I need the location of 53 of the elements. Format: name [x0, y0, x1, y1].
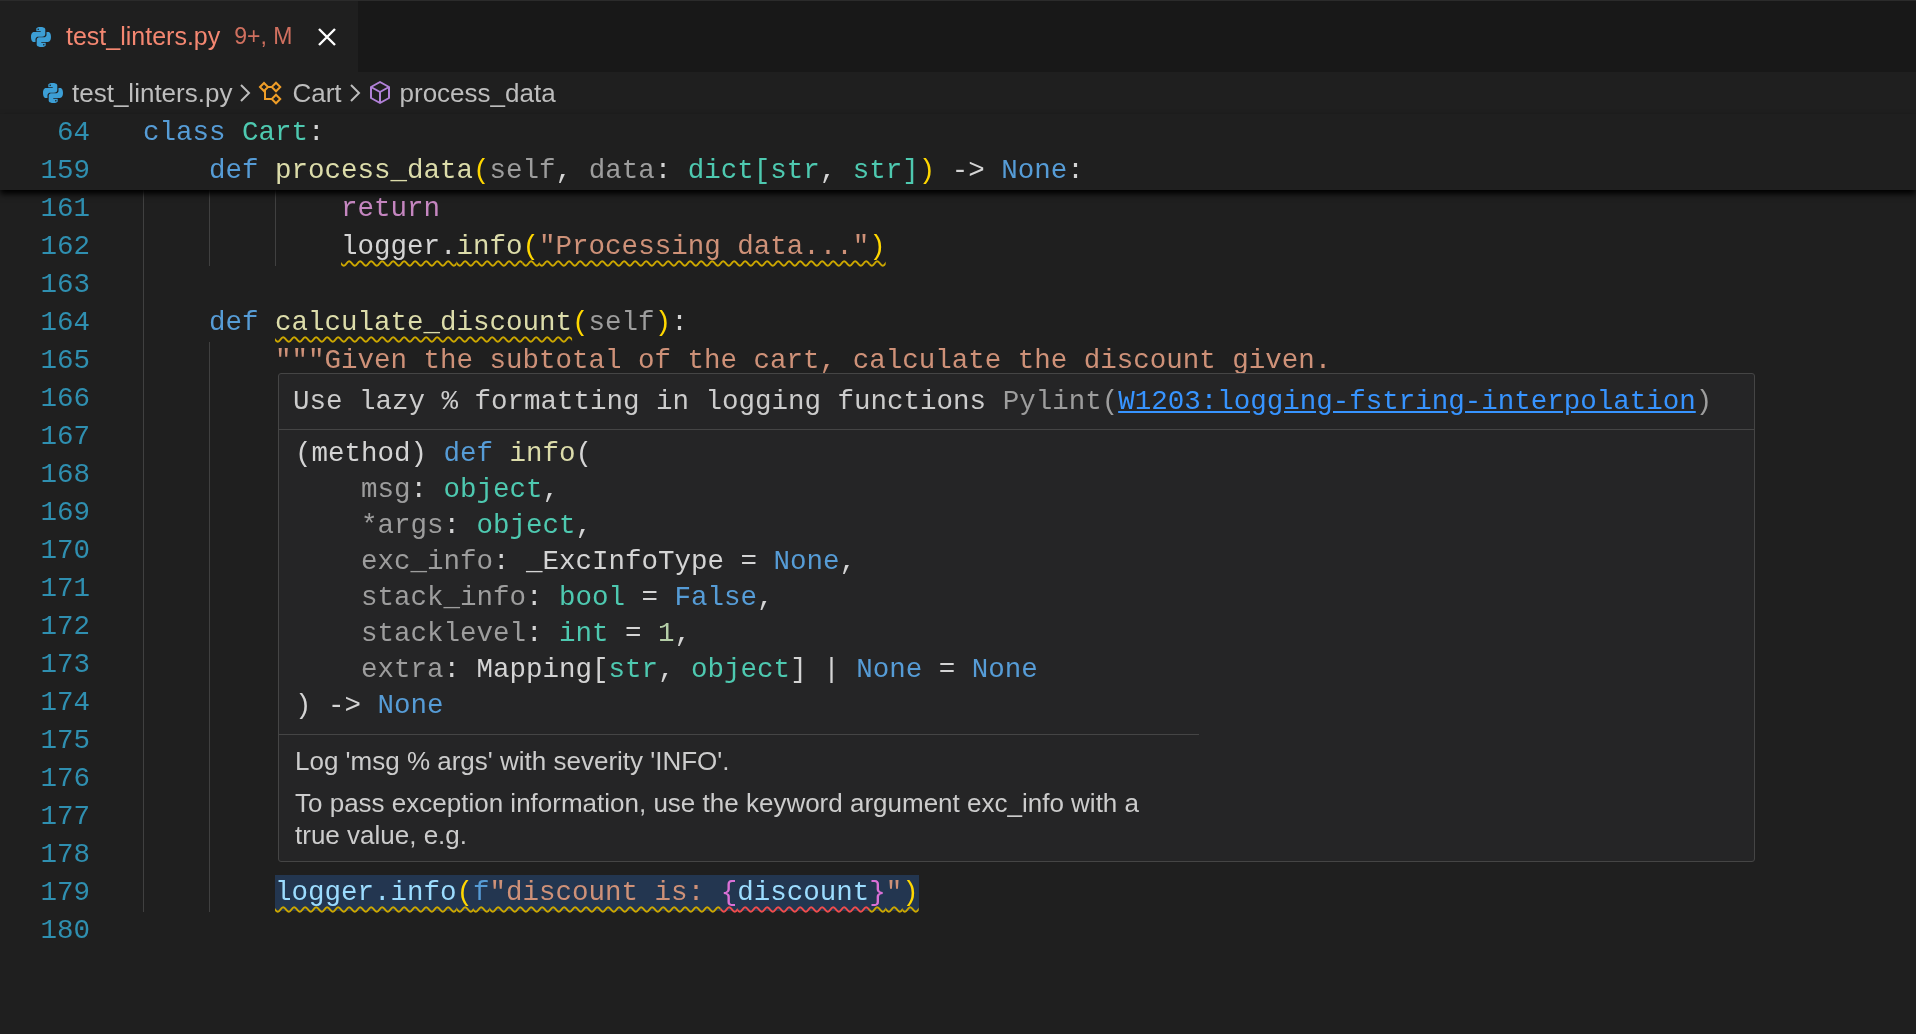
closing-parenthesis: ) [1695, 384, 1713, 419]
line-number: 164 [39, 306, 90, 341]
code-line: logger.info("Processing data...") [341, 230, 886, 264]
line-number: 166 [39, 382, 90, 417]
signature-line: exc_info: _ExcInfoType = None, [360, 545, 858, 579]
close-icon [317, 26, 338, 47]
line-number: 162 [39, 230, 90, 265]
line-number: 168 [39, 458, 90, 493]
doc-paragraph: To pass exception information, use the keyword argument exc_info with a true value, e.g. [295, 787, 1140, 851]
python-icon [42, 82, 64, 104]
code-line: """Given the subtotal of the cart, calculate the discount given. [275, 344, 1332, 378]
line-number: 179 [39, 876, 90, 911]
editor-tab[interactable]: test_linters.py 9+, M [0, 1, 359, 72]
line-number: 170 [39, 534, 90, 569]
rule-link[interactable]: W1203:logging-fstring-interpolation [1118, 380, 1696, 423]
line-number: 167 [39, 420, 90, 455]
line-number: 178 [39, 838, 90, 873]
line-number: 64 [56, 116, 90, 151]
breadcrumb-item[interactable]: Cart [258, 73, 342, 113]
python-icon [30, 25, 52, 48]
line-number: 175 [39, 724, 90, 759]
signature-line: stacklevel: int = 1, [360, 617, 693, 651]
line-number: 176 [39, 762, 90, 797]
line-number: 172 [39, 610, 90, 645]
signature-line: msg: object, [360, 473, 561, 507]
tab-status-text: 9+, M [234, 22, 293, 52]
line-number: 180 [39, 914, 90, 949]
signature-line: extra: Mapping[str, object] | None = None [360, 653, 1039, 687]
chevron-icon [238, 82, 253, 104]
code-line: class Cart: [143, 116, 325, 150]
code-line: return [341, 192, 441, 226]
breadcrumb-item[interactable]: process_data [367, 73, 556, 113]
diagnostic-message: Use lazy % formatting in logging functions [293, 384, 988, 419]
cube-icon [367, 80, 392, 106]
signature-line: (method) def info( [295, 437, 594, 471]
line-number: 161 [39, 192, 90, 227]
signature-line: ) -> None [295, 689, 445, 723]
diagnostic-source: Pylint( [1002, 384, 1119, 419]
line-number: 169 [39, 496, 90, 531]
line-number: 177 [39, 800, 90, 835]
line-number: 171 [39, 572, 90, 607]
code-line: def process_data(self, data: dict[str, str]) -> None: [209, 154, 1084, 188]
code-line: def calculate_discount(self): [209, 306, 688, 340]
signature-line: *args: object, [360, 509, 594, 543]
doc-paragraph: Log 'msg % args' with severity 'INFO'. [295, 745, 731, 777]
breadcrumb-item[interactable]: test_linters.py [42, 73, 233, 113]
line-number: 174 [39, 686, 90, 721]
chevron-icon [347, 82, 362, 104]
signature-line: stack_info: bool = False, [360, 581, 775, 615]
line-number: 163 [39, 268, 90, 303]
line-number: 159 [39, 154, 90, 189]
line-number: 173 [39, 648, 90, 683]
line-number: 165 [39, 344, 90, 379]
